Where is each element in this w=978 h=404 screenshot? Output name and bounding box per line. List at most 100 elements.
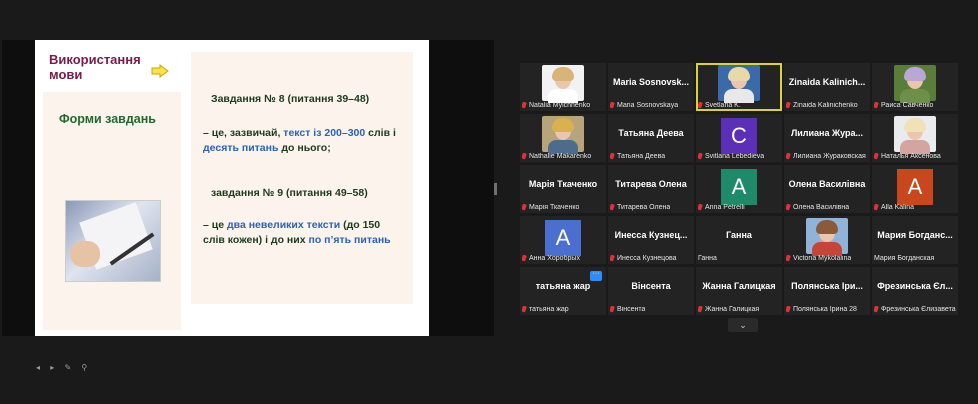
mic-muted-icon bbox=[610, 255, 615, 262]
mic-muted-icon bbox=[698, 153, 703, 160]
participant-tile[interactable]: Олена Василівна Олена Василівна bbox=[784, 165, 870, 213]
participant-tile[interactable]: Фрезинська Єл... Фрезинська Єлизавета bbox=[872, 267, 958, 315]
participant-name-label: Natalia Mylchnenko bbox=[522, 102, 590, 109]
mic-muted-icon bbox=[522, 306, 527, 313]
participant-video bbox=[806, 218, 848, 256]
participant-tile[interactable]: Лилиана Жура... Лилиана Жураковская bbox=[784, 114, 870, 162]
mic-muted-icon bbox=[874, 306, 879, 313]
participant-tile[interactable]: C Svitlana Lebedieva bbox=[696, 114, 782, 162]
participant-tile[interactable]: Полянська Іри... Полянська Ірина 28 bbox=[784, 267, 870, 315]
participant-name-label: Мария Богданская bbox=[874, 255, 935, 262]
participant-tile[interactable]: A Анна Хоробрых bbox=[520, 216, 606, 264]
mic-muted-icon bbox=[698, 306, 703, 313]
arrow-right-icon bbox=[151, 64, 169, 78]
participant-name-label: Maria Sosnovskaya bbox=[610, 102, 678, 109]
mic-muted-icon bbox=[522, 255, 527, 262]
mic-muted-icon bbox=[522, 153, 527, 160]
participant-name-label: Ганна bbox=[698, 255, 717, 262]
mic-muted-icon bbox=[610, 102, 615, 109]
participant-display-name: Титарева Олена bbox=[615, 179, 687, 189]
mic-muted-icon bbox=[610, 153, 615, 160]
slide-left-panel: Форми завдань bbox=[43, 92, 181, 330]
mic-muted-icon bbox=[786, 102, 791, 109]
participant-tile[interactable]: Natalia Mylchnenko bbox=[520, 63, 606, 111]
participant-tile[interactable]: Мария Богданс... Мария Богданская bbox=[872, 216, 958, 264]
participant-name-label: Олена Василівна bbox=[786, 204, 849, 211]
participant-tile[interactable]: Victoria Mykolaiina bbox=[784, 216, 870, 264]
participant-name-label: Victoria Mykolaiina bbox=[786, 255, 851, 262]
screen-share-area[interactable]: Використання мови Форми завдань Завдання… bbox=[2, 40, 494, 372]
participant-name-label: Alla Kalina bbox=[874, 204, 914, 211]
participant-tile[interactable]: Ганна Ганна bbox=[696, 216, 782, 264]
participant-display-name: Полянська Іри... bbox=[791, 281, 863, 291]
top-bar bbox=[0, 0, 978, 40]
participant-name-label: Svetlana K. bbox=[698, 102, 741, 109]
participant-tile[interactable]: Инесса Кузнец... Инесса Кузнецова bbox=[608, 216, 694, 264]
participant-tile[interactable]: Татьяна Деева Татьяна Деева bbox=[608, 114, 694, 162]
more-options-icon[interactable]: ··· bbox=[590, 270, 602, 281]
participant-display-name: Вінсента bbox=[631, 281, 671, 291]
participant-tile[interactable]: Zinaida Kalinich... Zinaida Kalinichenko bbox=[784, 63, 870, 111]
participant-name-label: Фрезинська Єлизавета bbox=[874, 306, 956, 313]
participant-name-label: Anna Petrelli bbox=[698, 204, 745, 211]
splitter-handle[interactable] bbox=[494, 183, 497, 195]
task8-description: – це, зазвичай, текст із 200–300 слів і … bbox=[203, 127, 396, 154]
participant-avatar: C bbox=[721, 118, 757, 154]
mic-muted-icon bbox=[610, 204, 615, 211]
mic-muted-icon bbox=[786, 204, 791, 211]
slide-right-panel: Завдання № 8 (питання 39–48) – це, зазви… bbox=[191, 52, 413, 304]
mic-muted-icon bbox=[874, 204, 879, 211]
zoom-window: Використання мови Форми завдань Завдання… bbox=[0, 0, 978, 404]
task9-description: – це два невеликих тексти (до 150 слів к… bbox=[203, 219, 391, 246]
mic-muted-icon bbox=[874, 153, 879, 160]
participant-tile[interactable]: Титарева Олена Титарева Олена bbox=[608, 165, 694, 213]
slide-toolbar[interactable]: ◂ ▸ ✎ ⚲ bbox=[36, 363, 91, 372]
participant-tile[interactable]: Nathalie Makarenko bbox=[520, 114, 606, 162]
participant-display-name: Олена Василівна bbox=[788, 179, 866, 189]
participant-name-label: Анна Хоробрых bbox=[522, 255, 580, 262]
participant-tile[interactable]: Жанна Галицкая Жанна Галицкая bbox=[696, 267, 782, 315]
task8-title: Завдання № 8 (питання 39–48) bbox=[211, 93, 370, 105]
participant-video bbox=[542, 116, 584, 154]
participant-tile[interactable]: Вінсента Вінсента bbox=[608, 267, 694, 315]
participant-display-name: Жанна Галицкая bbox=[702, 281, 776, 291]
participant-name-label: Zinaida Kalinichenko bbox=[786, 102, 858, 109]
participant-tile[interactable]: A Anna Petrelli bbox=[696, 165, 782, 213]
participant-tile[interactable]: Марія Ткаченко Марія Ткаченко bbox=[520, 165, 606, 213]
participant-name-label: Вінсента bbox=[610, 306, 645, 313]
mic-muted-icon bbox=[786, 153, 791, 160]
task9-title: завдання № 9 (питання 49–58) bbox=[211, 187, 368, 199]
participant-name-label: Титарева Олена bbox=[610, 204, 670, 211]
forms-heading: Форми завдань bbox=[59, 112, 156, 126]
participant-video bbox=[894, 116, 936, 154]
participant-display-name: Инесса Кузнец... bbox=[614, 230, 688, 240]
participant-display-name: Лилиана Жура... bbox=[790, 128, 864, 138]
writing-hand-image bbox=[65, 200, 161, 282]
participant-avatar: A bbox=[545, 220, 581, 256]
participant-video bbox=[894, 65, 936, 103]
mic-muted-icon bbox=[610, 306, 615, 313]
participant-name-label: Жанна Галицкая bbox=[698, 306, 759, 313]
participant-tile[interactable]: татьяна жар ··· татьяна жар bbox=[520, 267, 606, 315]
participant-tile[interactable]: Раиса Савченко bbox=[872, 63, 958, 111]
participant-tile[interactable]: Наталья Аксенова bbox=[872, 114, 958, 162]
participant-display-name: Zinaida Kalinich... bbox=[788, 77, 866, 87]
participant-tile[interactable]: A Alla Kalina bbox=[872, 165, 958, 213]
participant-name-label: Svitlana Lebedieva bbox=[698, 153, 764, 160]
participant-display-name: Maria Sosnovsk... bbox=[612, 77, 690, 87]
participant-display-name: Мария Богданс... bbox=[877, 230, 953, 240]
participant-name-label: Наталья Аксенова bbox=[874, 153, 941, 160]
mic-muted-icon bbox=[698, 102, 703, 109]
participant-display-name: татьяна жар bbox=[535, 281, 591, 291]
participant-name-label: Лилиана Жураковская bbox=[786, 153, 866, 160]
participant-name-label: Татьяна Деева bbox=[610, 153, 665, 160]
participant-video bbox=[542, 65, 584, 103]
participant-tile[interactable]: Maria Sosnovsk... Maria Sosnovskaya bbox=[608, 63, 694, 111]
chevron-down-icon[interactable]: ⌄ bbox=[728, 318, 758, 332]
participant-avatar: A bbox=[721, 169, 757, 205]
mic-muted-icon bbox=[786, 306, 791, 313]
participant-display-name: Марія Ткаченко bbox=[528, 179, 598, 189]
mic-muted-icon bbox=[522, 102, 527, 109]
participant-tile[interactable]: Svetlana K. bbox=[696, 63, 782, 111]
mic-muted-icon bbox=[522, 204, 527, 211]
